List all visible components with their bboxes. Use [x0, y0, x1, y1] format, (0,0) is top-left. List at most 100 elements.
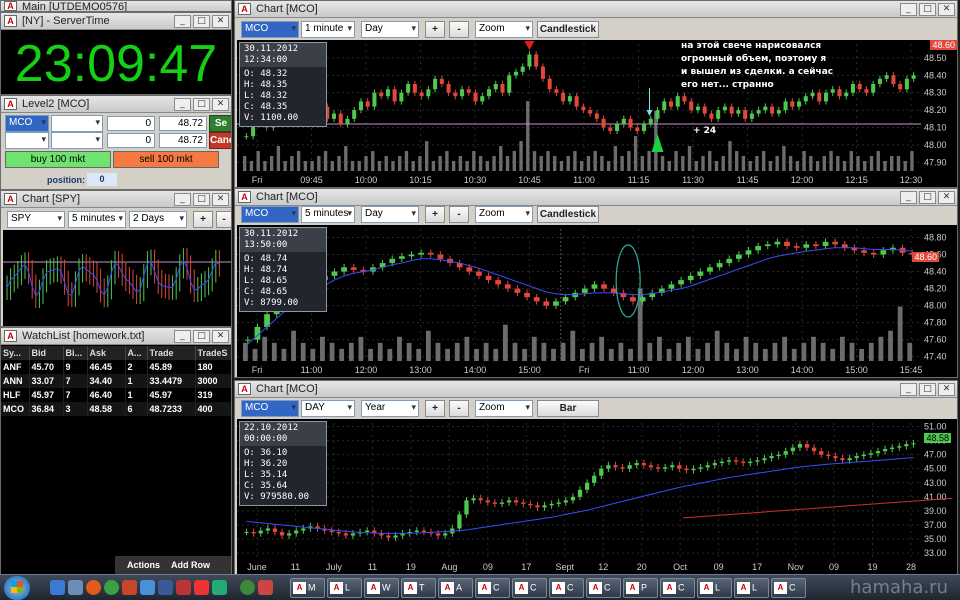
quicklaunch-icon[interactable]: [122, 580, 137, 595]
minimize-button[interactable]: _: [900, 3, 917, 16]
level2-route-select[interactable]: [5, 132, 49, 149]
maximize-button[interactable]: □: [919, 3, 936, 16]
chart2-area[interactable]: 48.80 48.60 48.40 48.20 48.00 47.80 47.60 47.40…: [237, 225, 957, 377]
maximize-button[interactable]: □: [193, 193, 210, 206]
col-symbol[interactable]: Sy...: [1, 346, 30, 360]
quicklaunch-icon[interactable]: [194, 580, 209, 595]
chart1-interval-select[interactable]: 1 minute: [301, 21, 355, 38]
servertime-titlebar[interactable]: A [NY] - ServerTime _ □ ✕: [1, 13, 231, 30]
close-button[interactable]: ✕: [938, 383, 955, 396]
maximize-button[interactable]: □: [919, 191, 936, 204]
table-row[interactable]: ANF 45.70 9 46.45 2 45.89 180: [1, 360, 231, 374]
taskbar-window-button[interactable]: AW: [364, 578, 399, 598]
minimize-button[interactable]: _: [174, 15, 191, 28]
level2-qty-input[interactable]: 0: [107, 116, 155, 131]
minimize-button[interactable]: _: [174, 98, 191, 111]
minimize-button[interactable]: _: [174, 330, 191, 343]
spy-zoom-out-button[interactable]: -: [216, 211, 231, 228]
level2-titlebar[interactable]: A Level2 [MCO] _ □ ✕: [1, 96, 231, 113]
buy-market-button[interactable]: buy 100 mkt: [5, 151, 111, 168]
chart3-range-select[interactable]: Year: [361, 400, 419, 417]
chart2-style-button[interactable]: Candlestick: [537, 206, 599, 223]
chart3-zoom-out-button[interactable]: -: [449, 400, 469, 417]
chart1-titlebar[interactable]: A Chart [MCO] _ □ ✕: [235, 1, 957, 18]
chart1-range-select[interactable]: Day: [361, 21, 419, 38]
watchlist-titlebar[interactable]: A WatchList [homework.txt] _ □ ✕: [1, 328, 231, 345]
chart1-symbol-select[interactable]: MCO: [241, 21, 299, 38]
taskbar-window-button[interactable]: AL: [734, 578, 769, 598]
spy-chart-titlebar[interactable]: A Chart [SPY] _ □ ✕: [1, 191, 231, 208]
level2-send-button[interactable]: Se: [209, 115, 231, 132]
minimize-button[interactable]: _: [900, 383, 917, 396]
quicklaunch-icon[interactable]: [140, 580, 155, 595]
taskbar-window-button[interactable]: AP: [623, 578, 658, 598]
chart2-symbol-select[interactable]: MCO: [241, 206, 299, 223]
close-button[interactable]: ✕: [212, 15, 229, 28]
sell-market-button[interactable]: sell 100 mkt: [113, 151, 219, 168]
maximize-button[interactable]: □: [193, 330, 210, 343]
close-button[interactable]: ✕: [938, 191, 955, 204]
col-tradesize[interactable]: TradeS: [195, 346, 231, 360]
col-ask[interactable]: Ask: [87, 346, 126, 360]
chart3-zoom-select[interactable]: Zoom: [475, 400, 533, 417]
col-bid[interactable]: Bid: [29, 346, 64, 360]
close-button[interactable]: ✕: [938, 3, 955, 16]
taskbar-window-button[interactable]: AL: [697, 578, 732, 598]
maximize-button[interactable]: □: [193, 98, 210, 111]
level2-account-select[interactable]: [51, 115, 103, 132]
spy-chart-area[interactable]: [3, 230, 231, 326]
quicklaunch-icon[interactable]: [50, 580, 65, 595]
chart1-style-button[interactable]: Candlestick: [537, 21, 599, 38]
taskbar-window-button[interactable]: AC: [771, 578, 806, 598]
chart2-zoom-in-button[interactable]: +: [425, 206, 445, 223]
table-row[interactable]: ANN 33.07 7 34.40 1 33.4479 3000: [1, 374, 231, 388]
taskbar-window-button[interactable]: AM: [290, 578, 325, 598]
chart3-area[interactable]: 51.0049.0047.0045.0043.0041.0039.0037.00…: [237, 419, 957, 574]
level2-cancel-button[interactable]: Canc: [209, 132, 231, 149]
chart2-titlebar[interactable]: A Chart [MCO] _ □ ✕: [235, 189, 957, 206]
maximize-button[interactable]: □: [919, 383, 936, 396]
quicklaunch-icon[interactable]: [176, 580, 191, 595]
minimize-button[interactable]: _: [174, 193, 191, 206]
browser-icon[interactable]: [104, 580, 119, 595]
taskbar-window-button[interactable]: AC: [475, 578, 510, 598]
actions-button[interactable]: Actions: [127, 560, 160, 570]
chart2-range-select[interactable]: Day: [361, 206, 419, 223]
taskbar-window-button[interactable]: AT: [401, 578, 436, 598]
minimize-button[interactable]: _: [900, 191, 917, 204]
quicklaunch-icon[interactable]: [258, 580, 273, 595]
quicklaunch-icon[interactable]: [68, 580, 83, 595]
spy-interval-select[interactable]: 5 minutes: [68, 211, 126, 228]
table-row[interactable]: HLF 45.97 7 46.40 1 45.97 319: [1, 388, 231, 402]
col-bidsize[interactable]: Bi...: [63, 346, 88, 360]
taskbar-window-button[interactable]: AC: [660, 578, 695, 598]
chart3-zoom-in-button[interactable]: +: [425, 400, 445, 417]
maximize-button[interactable]: □: [193, 15, 210, 28]
chart3-interval-select[interactable]: DAY: [301, 400, 355, 417]
spy-range-select[interactable]: 2 Days: [129, 211, 187, 228]
chart3-symbol-select[interactable]: MCO: [241, 400, 299, 417]
browser-icon[interactable]: [86, 580, 101, 595]
taskbar-window-button[interactable]: AA: [438, 578, 473, 598]
level2-symbol-select[interactable]: MCO: [5, 115, 49, 132]
quicklaunch-icon[interactable]: [212, 580, 227, 595]
main-titlebar[interactable]: A Main [UTDEMO0576]: [1, 1, 231, 11]
close-button[interactable]: ✕: [212, 193, 229, 206]
level2-price-input-2[interactable]: 48.72: [159, 133, 207, 148]
taskbar-window-button[interactable]: AL: [327, 578, 362, 598]
level2-type-select[interactable]: [51, 132, 103, 149]
quicklaunch-icon[interactable]: [240, 580, 255, 595]
chart1-zoom-in-button[interactable]: +: [425, 21, 445, 38]
table-row[interactable]: MCO 36.84 3 48.58 6 48.7233 400: [1, 402, 231, 416]
chart1-area[interactable]: 48.50 48.40 48.30 48.20 48.10 48.00 47.90 Fri 09…: [237, 40, 957, 187]
chart1-zoom-select[interactable]: Zoom: [475, 21, 533, 38]
start-button[interactable]: [4, 576, 30, 600]
taskbar-window-button[interactable]: AC: [549, 578, 584, 598]
level2-qty-input-2[interactable]: 0: [107, 133, 155, 148]
chart3-style-button[interactable]: Bar: [537, 400, 599, 417]
close-button[interactable]: ✕: [212, 98, 229, 111]
chart3-titlebar[interactable]: A Chart [MCO] _ □ ✕: [235, 381, 957, 398]
spy-zoom-in-button[interactable]: +: [193, 211, 213, 228]
add-row-button[interactable]: Add Row: [171, 560, 210, 570]
taskbar-window-button[interactable]: AC: [512, 578, 547, 598]
